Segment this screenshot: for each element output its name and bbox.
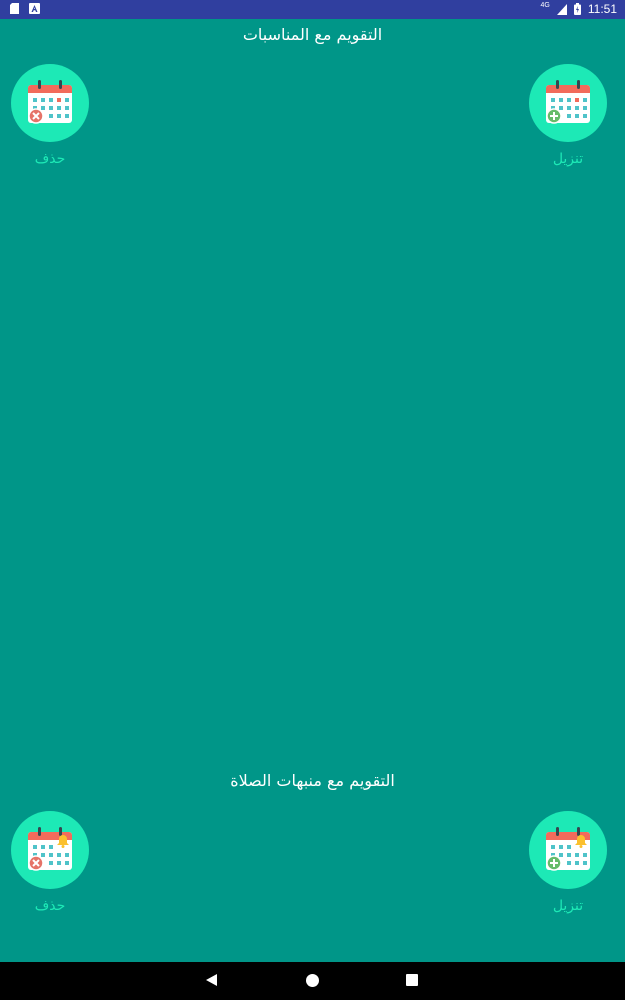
battery-icon bbox=[573, 3, 581, 15]
clock: 11:51 bbox=[587, 2, 617, 16]
prayer-install-button[interactable] bbox=[529, 811, 607, 889]
events-section-title: التقويم مع المناسبات bbox=[242, 25, 383, 44]
recents-icon[interactable] bbox=[406, 974, 418, 986]
events-install-button[interactable] bbox=[529, 64, 607, 142]
signal-icon bbox=[556, 3, 567, 15]
status-bar: 4G 11:51 bbox=[0, 0, 625, 19]
home-icon[interactable] bbox=[306, 974, 319, 987]
calendar-add-icon bbox=[546, 80, 590, 124]
events-delete-label[interactable]: حذف bbox=[0, 151, 100, 167]
app-notification-icon bbox=[29, 3, 40, 14]
prayer-delete-label[interactable]: حذف bbox=[0, 898, 100, 914]
calendar-alarm-add-icon bbox=[546, 827, 590, 871]
prayer-section-title: التقويم مع منبهات الصلاة bbox=[230, 771, 395, 790]
navigation-bar bbox=[0, 962, 625, 1000]
prayer-delete-button[interactable] bbox=[11, 811, 89, 889]
calendar-alarm-delete-icon bbox=[28, 827, 72, 871]
prayer-install-label[interactable]: تنزيل bbox=[518, 898, 618, 914]
events-install-label[interactable]: تنزيل bbox=[518, 151, 618, 167]
back-icon[interactable] bbox=[206, 974, 217, 986]
events-delete-button[interactable] bbox=[11, 64, 89, 142]
calendar-delete-icon bbox=[28, 80, 72, 124]
network-type: 4G bbox=[540, 1, 550, 9]
sd-card-icon bbox=[10, 3, 19, 14]
